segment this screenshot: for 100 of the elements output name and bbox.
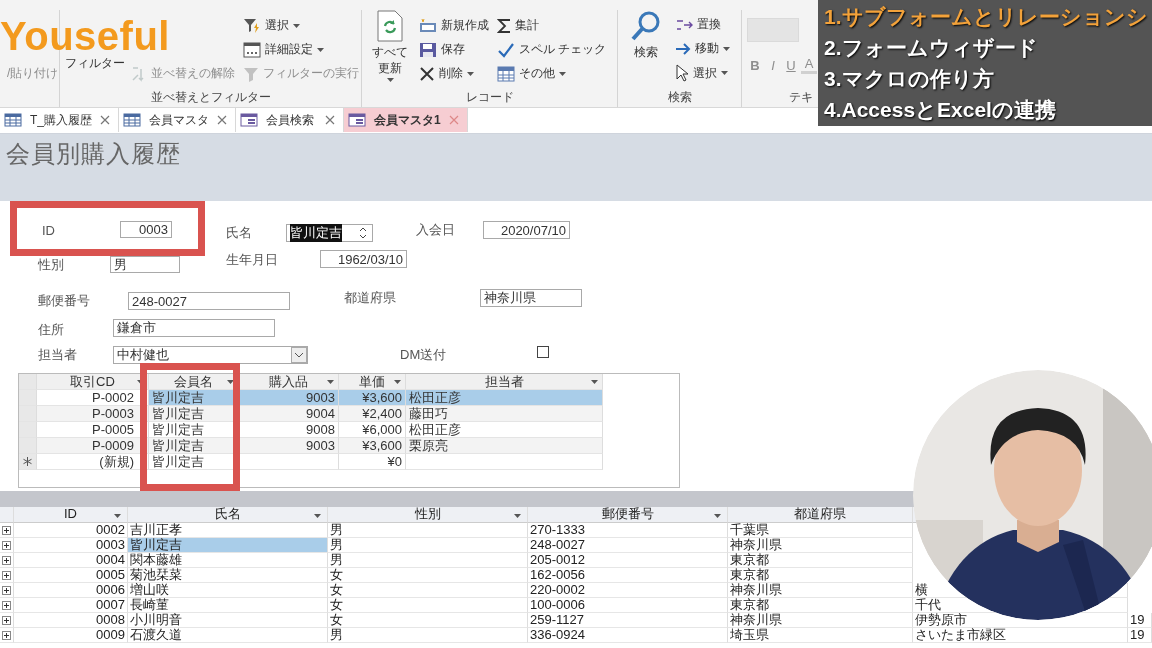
table-cell: 菊池栞菜 [128, 568, 328, 583]
table-cell: 千葉県 [728, 523, 913, 538]
text-field[interactable]: 0003 [120, 221, 172, 238]
table-cell: 藤田巧 [406, 406, 603, 422]
save-icon [419, 41, 437, 58]
column-header[interactable]: 担当者 [406, 374, 603, 390]
column-header[interactable]: ID [14, 507, 128, 523]
field-label: 住所 [38, 321, 64, 339]
column-header[interactable]: 都道府県 [728, 507, 913, 523]
text-field[interactable]: 1962/03/10 [320, 250, 407, 268]
topic-item: 4.AccessとExcelの連携 [824, 97, 1057, 123]
text-field[interactable]: 鎌倉市 [113, 319, 275, 337]
table-cell: 東京都 [728, 553, 913, 568]
table-cell: 0009 [14, 628, 128, 643]
caret-icon [591, 380, 598, 384]
table-cell: 埼玉県 [728, 628, 913, 643]
logo: Youseful [0, 16, 170, 56]
table-cell: 長崎菫 [128, 598, 328, 613]
column-header[interactable]: 郵便番号 [528, 507, 728, 523]
ribbon-button[interactable]: 選択 [241, 16, 361, 35]
table-cell: 0005 [14, 568, 128, 583]
ribbon-button[interactable]: その他 [495, 64, 609, 83]
field-label: 郵便番号 [38, 292, 90, 310]
checkbox[interactable] [537, 346, 549, 358]
field-label: 生年月日 [226, 251, 278, 269]
ribbon-button[interactable]: 削除 [417, 64, 491, 83]
table-cell: ¥3,600 [339, 390, 406, 406]
table-cell: 神奈川県 [728, 538, 913, 553]
column-header[interactable]: 氏名 [128, 507, 328, 523]
dropdown-icon [291, 347, 307, 363]
table-cell: 小川明音 [128, 613, 328, 628]
topic-item: 2.フォームウィザード [824, 35, 1039, 61]
caret-icon [327, 380, 334, 384]
font-name-field[interactable] [747, 18, 799, 42]
table-cell: 神奈川県 [728, 583, 913, 598]
text-field[interactable]: 男 [110, 256, 180, 273]
combo-box[interactable]: 中村健也 [113, 346, 308, 364]
ribbon-button[interactable]: 詳細設定 [241, 40, 361, 59]
spinner-icon [357, 225, 369, 241]
table-cell: 9003 [239, 390, 339, 406]
table-cell: 女 [328, 583, 528, 598]
ribbon-button[interactable]: 移動 [673, 39, 732, 58]
field-label: 担当者 [38, 346, 77, 364]
table-cell: 栗原亮 [406, 438, 603, 454]
topic-item: 1.サブフォームとリレーションシ [824, 4, 1146, 30]
asterisk-icon [23, 457, 32, 466]
ribbon-button[interactable]: 検索 [623, 10, 669, 61]
table-cell: 259-1127 [528, 613, 728, 628]
form-icon [240, 113, 258, 127]
select-all-corner[interactable] [19, 374, 37, 390]
column-header[interactable]: 購入品 [239, 374, 339, 390]
group-label: レコード [465, 90, 514, 104]
ribbon-button[interactable]: 置換 [673, 15, 732, 34]
field-label: 都道府県 [344, 289, 396, 307]
ribbon-button[interactable]: 集計 [495, 16, 609, 35]
table-cell: 0007 [14, 598, 128, 613]
table-cell: 増山咲 [128, 583, 328, 598]
select-all-corner[interactable] [0, 507, 14, 523]
table-cell: 東京都 [728, 568, 913, 583]
document-tab[interactable]: 会員マスタ1 [344, 108, 468, 132]
text-field[interactable]: 248-0027 [128, 292, 290, 310]
table-icon [123, 113, 141, 127]
close-icon [217, 115, 227, 125]
table-cell: 19 [1128, 613, 1152, 628]
table-cell: 神奈川県 [728, 613, 913, 628]
refresh-icon [377, 10, 403, 42]
table-cell: 0003 [14, 538, 128, 553]
table-cell: 270-1333 [528, 523, 728, 538]
record-selector[interactable] [19, 454, 37, 470]
group-label: 検索 [667, 90, 692, 104]
table-cell: 関本藤雄 [128, 553, 328, 568]
text-field[interactable]: 皆川定吉 [286, 224, 373, 242]
ribbon-button[interactable]: 保存 [417, 40, 491, 59]
text-field[interactable]: 2020/07/10 [483, 221, 570, 239]
table-cell: 男 [328, 628, 528, 643]
ribbon-button[interactable]: 選択 [673, 63, 732, 83]
column-header[interactable]: 取引CD [37, 374, 149, 390]
search-icon [631, 10, 661, 42]
group-label: 並べ替えとフィルター [150, 90, 271, 104]
table-cell: さいたま市緑区 [913, 628, 1128, 643]
ribbon-button[interactable]: すべて更新 [367, 10, 413, 83]
form-icon [348, 113, 366, 127]
table-cell: 248-0027 [528, 538, 728, 553]
close-icon [448, 115, 459, 125]
text-field[interactable]: 神奈川県 [480, 289, 582, 307]
table-cell: 0004 [14, 553, 128, 568]
column-header[interactable]: 単価 [339, 374, 406, 390]
table-cell: 9003 [239, 438, 339, 454]
table-cell: 男 [328, 538, 528, 553]
table-cell: P-0009 [37, 438, 149, 454]
column-header[interactable]: 性別 [328, 507, 528, 523]
ribbon-button[interactable]: スペル チェック [495, 40, 609, 59]
ribbon-button[interactable]: フィルター [65, 56, 125, 72]
table-cell: ¥2,400 [339, 406, 406, 422]
caret-icon [227, 380, 234, 384]
field-label: 氏名 [226, 224, 252, 242]
table-cell: 皆川定吉 [149, 454, 239, 470]
field-label: DM送付 [400, 346, 447, 364]
ribbon-button[interactable]: 新規作成 [417, 16, 491, 35]
close-icon [100, 115, 110, 125]
